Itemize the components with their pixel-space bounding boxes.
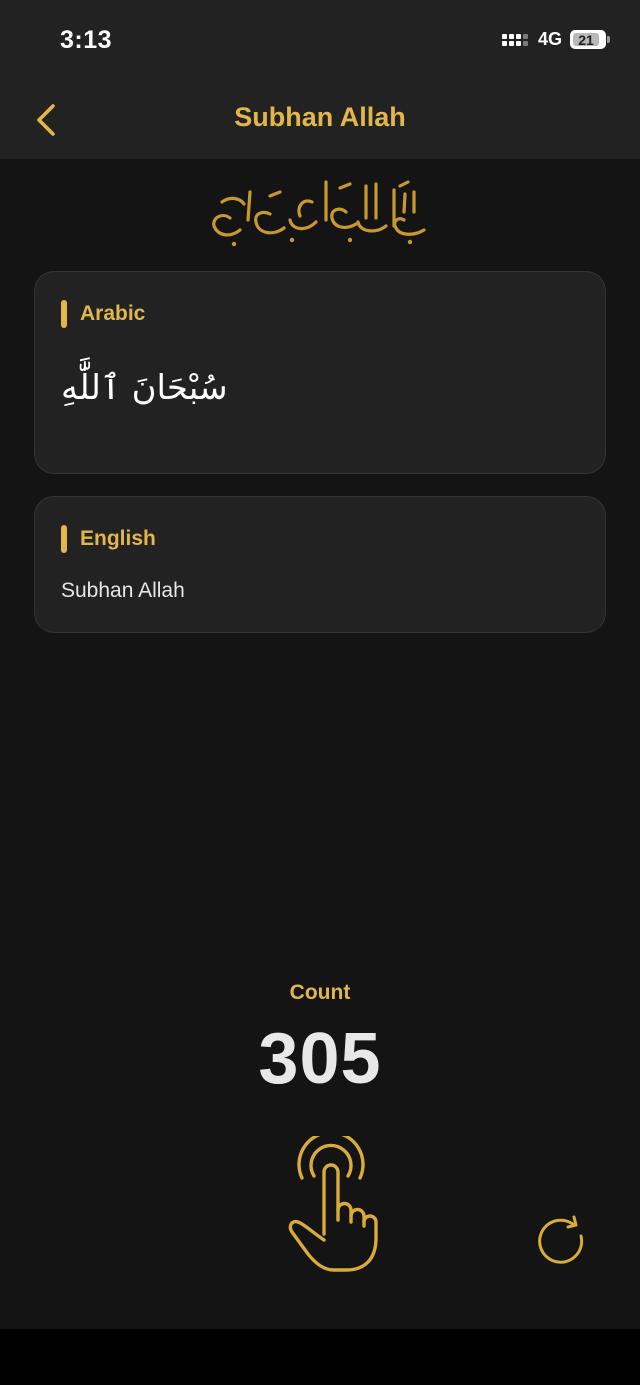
arabic-card: Arabic سُبْحَانَ ٱللَّٰهِ [34, 271, 606, 474]
english-card-label: English [80, 527, 156, 550]
page-title: Subhan Allah [234, 102, 406, 132]
bottom-bar [0, 1329, 640, 1385]
status-bar: 3:13 4G 21 [0, 0, 640, 80]
tap-counter-button[interactable] [276, 1130, 386, 1276]
battery-percent: 21 [578, 31, 594, 48]
arabic-dhikr-text: سُبْحَانَ ٱللَّٰهِ [61, 368, 228, 408]
arabic-card-header: Arabic [61, 300, 145, 328]
status-indicators: 4G 21 [501, 29, 610, 50]
arabic-card-label: Arabic [80, 302, 146, 325]
battery-level: 21 [573, 31, 599, 48]
english-dhikr-text: Subhan Allah [61, 579, 185, 602]
battery-icon: 21 [570, 30, 610, 49]
tasbih-screen: 3:13 4G 21 Subhan Allah Arabic سُبْحَانَ… [0, 0, 640, 1385]
network-type: 4G [537, 29, 562, 49]
english-card: English Subhan Allah [34, 496, 606, 633]
accent-bar [61, 525, 67, 553]
tap-hand-icon [288, 1130, 378, 1272]
english-card-header: English [61, 525, 156, 553]
status-time: 3:13 [60, 26, 113, 54]
reset-button[interactable] [534, 1214, 590, 1270]
app-header: Subhan Allah [0, 80, 640, 159]
bismillah-calligraphy-icon [212, 180, 426, 247]
count-label: Count [289, 981, 351, 1004]
reset-icon [538, 1215, 584, 1264]
count-value: 305 [258, 1019, 382, 1099]
accent-bar [61, 300, 67, 328]
signal-strength-icon [501, 33, 528, 46]
